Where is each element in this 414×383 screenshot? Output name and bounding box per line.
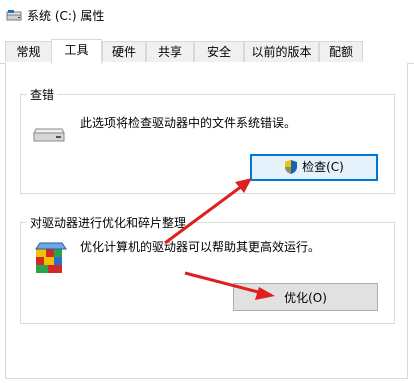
arrow-to-check-line: [164, 184, 243, 245]
tab-tools[interactable]: 工具: [51, 39, 102, 64]
arrow-to-optimize-line: [184, 271, 263, 295]
arrow-to-optimize-head: [255, 287, 275, 300]
